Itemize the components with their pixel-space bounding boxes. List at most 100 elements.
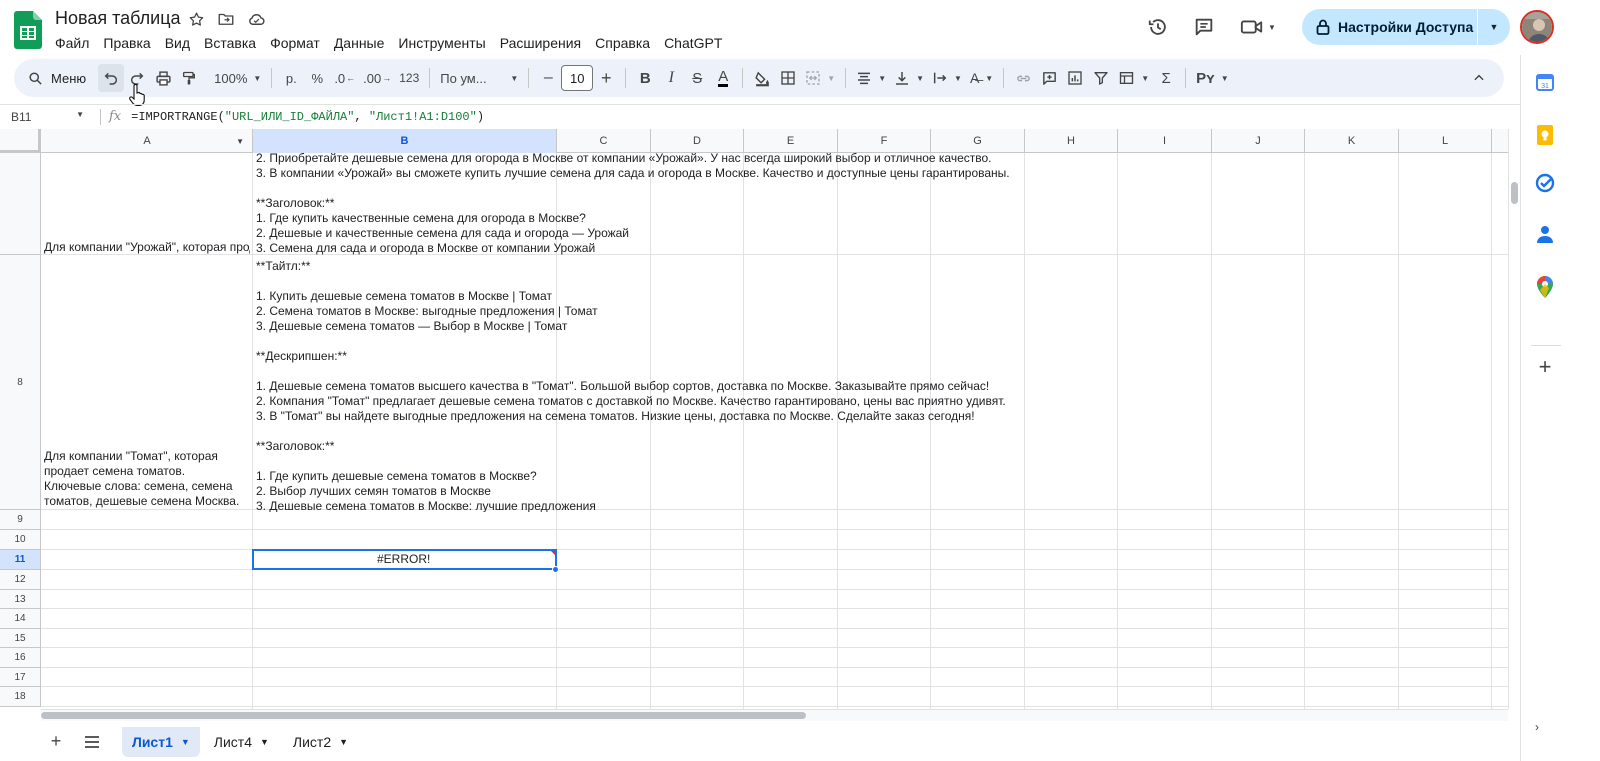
- selected-cell-b11[interactable]: [252, 549, 557, 570]
- menu-edit[interactable]: Правка: [96, 33, 157, 53]
- chevron-down-icon[interactable]: ▼: [260, 737, 269, 747]
- cell-b8[interactable]: **Тайтл:** 1. Купить дешевые семена тома…: [256, 259, 1456, 512]
- strikethrough-button[interactable]: S: [684, 64, 710, 92]
- decrease-decimal-button[interactable]: .0 ←: [330, 64, 359, 92]
- keep-icon[interactable]: [1535, 125, 1555, 145]
- calendar-icon[interactable]: 31: [1535, 72, 1555, 92]
- document-title[interactable]: Новая таблица: [55, 8, 181, 29]
- insert-comment-button[interactable]: [1036, 64, 1062, 92]
- name-box[interactable]: B11 ▼: [0, 110, 90, 124]
- row-header-10[interactable]: 10: [0, 530, 41, 550]
- font-size-increase-button[interactable]: +: [593, 64, 619, 92]
- select-all-corner[interactable]: [0, 129, 41, 153]
- row-header-18[interactable]: 18: [0, 687, 41, 707]
- zoom-select[interactable]: 100% ▼: [210, 64, 265, 92]
- share-main[interactable]: Настройки Доступа: [1302, 9, 1477, 45]
- percent-format-button[interactable]: %: [304, 64, 330, 92]
- column-header-h[interactable]: H: [1025, 129, 1118, 153]
- spreadsheet-grid[interactable]: A ▼ B C D E F G H I J K L 8 9 10 11 12 13 14 15 16 17 18 Для к…: [0, 129, 1508, 709]
- cell-b7[interactable]: 2. Приобретайте дешевые семена для огоро…: [256, 151, 1456, 256]
- filter-button[interactable]: [1088, 64, 1114, 92]
- cell-a7[interactable]: Для компании "Урожай", которая продает: [44, 240, 250, 257]
- user-avatar[interactable]: [1520, 10, 1554, 44]
- get-addons-icon[interactable]: +: [1535, 354, 1555, 379]
- vertical-scroll-thumb[interactable]: [1511, 182, 1518, 204]
- column-header-e[interactable]: E: [744, 129, 838, 153]
- input-tools-button[interactable]: Рʏ ▼: [1192, 64, 1233, 92]
- text-rotation-button[interactable]: A̶ ▼: [966, 64, 997, 92]
- text-wrapping-button[interactable]: ▼: [928, 64, 966, 92]
- functions-button[interactable]: Σ: [1153, 64, 1179, 92]
- hide-menus-button[interactable]: [1466, 64, 1492, 92]
- column-menu-icon[interactable]: ▼: [236, 137, 244, 146]
- column-header-d[interactable]: D: [651, 129, 744, 153]
- paint-format-button[interactable]: [176, 64, 202, 92]
- menu-insert[interactable]: Вставка: [197, 33, 263, 53]
- column-header-g[interactable]: G: [931, 129, 1025, 153]
- comments-button[interactable]: [1185, 8, 1223, 46]
- merge-cells-button[interactable]: ▼: [801, 64, 839, 92]
- row-header-14[interactable]: 14: [0, 609, 41, 629]
- horizontal-align-button[interactable]: ▼: [852, 64, 890, 92]
- column-header-i[interactable]: I: [1118, 129, 1212, 153]
- chevron-down-icon[interactable]: ▼: [339, 737, 348, 747]
- menu-tools[interactable]: Инструменты: [391, 33, 492, 53]
- sheet-tab-list4[interactable]: Лист4 ▼: [204, 727, 279, 757]
- chevron-down-icon[interactable]: ▼: [181, 737, 190, 747]
- share-dropdown-icon[interactable]: ▼: [1478, 9, 1510, 45]
- add-sheet-button[interactable]: +: [38, 727, 74, 757]
- row-header-17[interactable]: 17: [0, 668, 41, 687]
- chevron-right-icon[interactable]: ›: [1535, 720, 1539, 734]
- cloud-status-icon[interactable]: [246, 9, 266, 29]
- column-header-f[interactable]: F: [838, 129, 931, 153]
- vertical-scrollbar[interactable]: [1508, 129, 1520, 709]
- maps-icon[interactable]: [1535, 276, 1555, 298]
- menu-search[interactable]: Меню: [18, 64, 96, 92]
- row-header-9[interactable]: 9: [0, 510, 41, 530]
- fill-color-button[interactable]: [749, 64, 775, 92]
- column-header-c[interactable]: C: [557, 129, 651, 153]
- column-header-k[interactable]: K: [1305, 129, 1399, 153]
- row-header-16[interactable]: 16: [0, 648, 41, 668]
- undo-button[interactable]: [98, 64, 125, 92]
- fill-handle[interactable]: [552, 566, 559, 573]
- row-header-8[interactable]: 8: [0, 255, 41, 510]
- row-header-7[interactable]: [0, 153, 41, 255]
- borders-button[interactable]: [775, 64, 801, 92]
- insert-chart-button[interactable]: [1062, 64, 1088, 92]
- tasks-icon[interactable]: [1535, 173, 1555, 193]
- menu-file[interactable]: Файл: [48, 33, 96, 53]
- column-header-j[interactable]: J: [1212, 129, 1305, 153]
- formula-input[interactable]: =IMPORTRANGE("URL_ИЛИ_ID_ФАЙЛА", "Лист1!…: [131, 110, 484, 124]
- horizontal-scrollbar[interactable]: [41, 709, 1508, 721]
- share-button[interactable]: Настройки Доступа ▼: [1302, 9, 1510, 45]
- contacts-icon[interactable]: [1535, 224, 1555, 244]
- redo-button[interactable]: [124, 64, 150, 92]
- menu-format[interactable]: Формат: [263, 33, 327, 53]
- bold-button[interactable]: B: [632, 64, 658, 92]
- cell-a8[interactable]: Для компании "Томат", которая продает се…: [44, 449, 250, 511]
- font-size-input[interactable]: 10: [561, 65, 594, 91]
- column-header-a[interactable]: A ▼: [42, 129, 253, 153]
- horizontal-scroll-thumb[interactable]: [41, 712, 806, 719]
- menu-data[interactable]: Данные: [327, 33, 392, 53]
- menu-help[interactable]: Справка: [588, 33, 657, 53]
- row-header-13[interactable]: 13: [0, 590, 41, 609]
- sheet-tab-list2[interactable]: Лист2 ▼: [283, 727, 358, 757]
- print-button[interactable]: [150, 64, 176, 92]
- text-color-button[interactable]: A: [710, 64, 736, 92]
- increase-decimal-button[interactable]: .00 →: [359, 64, 395, 92]
- row-header-11[interactable]: 11: [0, 550, 41, 570]
- vertical-align-button[interactable]: ▼: [890, 64, 928, 92]
- row-header-12[interactable]: 12: [0, 570, 41, 590]
- meet-button[interactable]: ▼: [1233, 8, 1283, 46]
- column-header-l[interactable]: L: [1399, 129, 1492, 153]
- row-header-15[interactable]: 15: [0, 629, 41, 648]
- column-header-b[interactable]: B: [253, 129, 557, 153]
- font-size-decrease-button[interactable]: –: [535, 64, 561, 92]
- menu-chatgpt[interactable]: ChatGPT: [657, 33, 729, 53]
- version-history-button[interactable]: [1139, 8, 1177, 46]
- font-family-select[interactable]: По ум... ▼: [436, 64, 522, 92]
- insert-link-button[interactable]: [1010, 64, 1036, 92]
- menu-extensions[interactable]: Расширения: [493, 33, 588, 53]
